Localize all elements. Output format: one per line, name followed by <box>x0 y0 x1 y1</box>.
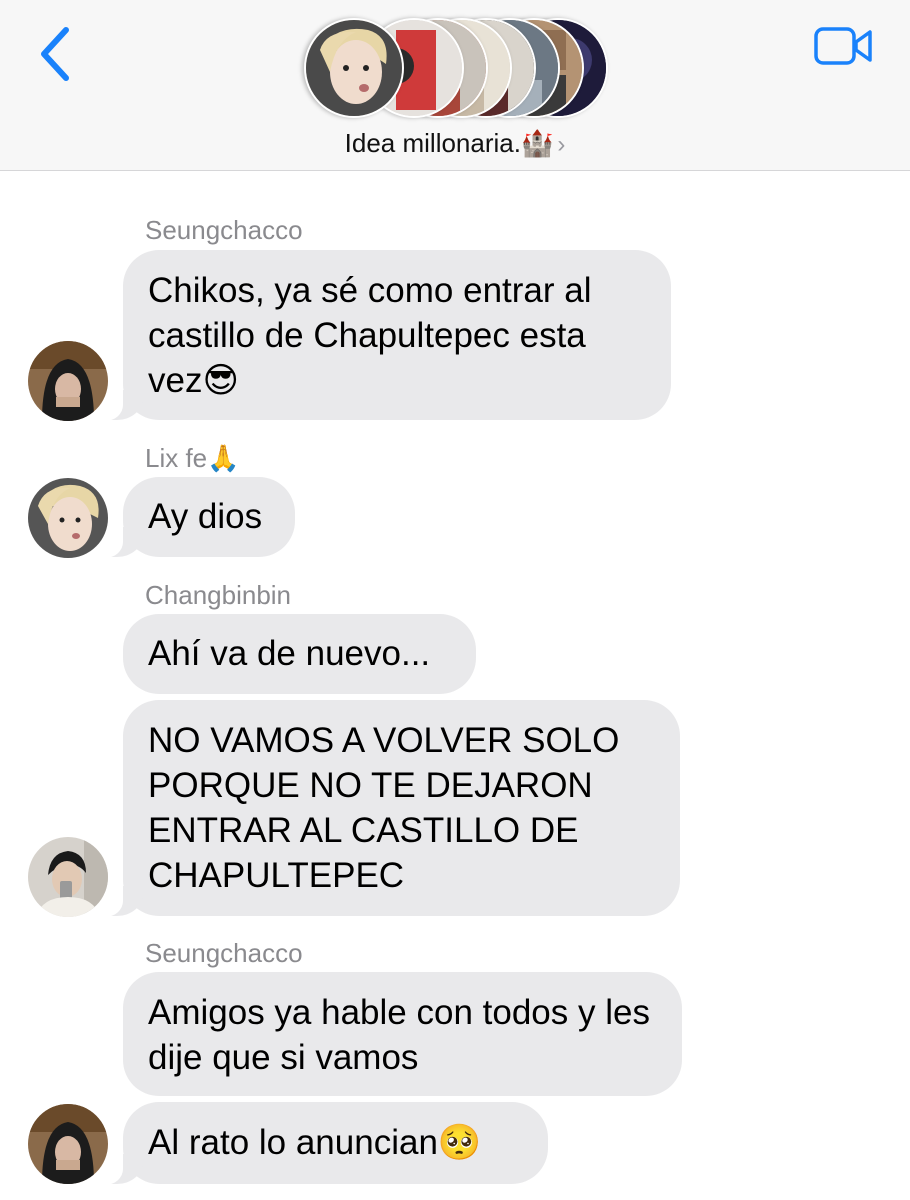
message-bubble[interactable]: Amigos ya hable con todos y les dije que… <box>123 972 682 1096</box>
message-bubble[interactable]: Chikos, ya sé como entrar al castillo de… <box>97 250 671 421</box>
message-text: Ahí va de nuevo... <box>148 634 431 673</box>
group-member-avatar <box>304 18 404 118</box>
message-bubble[interactable]: Al rato lo anuncian🥺 <box>97 1102 548 1185</box>
message-bubble[interactable]: Ay dios <box>97 477 295 558</box>
back-button[interactable] <box>36 26 76 82</box>
group-avatar-stack[interactable] <box>304 18 608 118</box>
sender-name: Seungchacco <box>145 938 303 968</box>
avatar[interactable] <box>28 478 108 558</box>
chevron-left-icon <box>41 27 69 81</box>
avatar[interactable] <box>28 341 108 421</box>
avatar[interactable] <box>28 1104 108 1184</box>
group-title[interactable]: Idea millonaria.🏰 › <box>0 128 910 159</box>
video-call-button[interactable] <box>814 26 874 66</box>
sender-name: Changbinbin <box>145 580 292 610</box>
chevron-right-icon: › <box>557 131 566 158</box>
message-text: Al rato lo anuncian🥺 <box>148 1123 482 1162</box>
message-text: Chikos, ya sé como entrar al castillo de… <box>148 271 592 400</box>
message-text: Amigos ya hable con todos y les dije que… <box>148 993 650 1077</box>
group-name: Idea millonaria.🏰 <box>344 128 554 158</box>
message-text: NO VAMOS A VOLVER SOLO PORQUE NO TE DEJA… <box>148 721 620 895</box>
sender-name: Seungchacco <box>145 215 303 245</box>
sender-name: Lix fe🙏 <box>145 443 240 473</box>
video-camera-icon <box>814 27 872 65</box>
message-bubble[interactable]: Ahí va de nuevo... <box>123 614 476 694</box>
message-bubble[interactable]: NO VAMOS A VOLVER SOLO PORQUE NO TE DEJA… <box>97 700 680 917</box>
message-text: Ay dios <box>148 497 263 536</box>
chat-header: Idea millonaria.🏰 › <box>0 0 910 171</box>
avatar[interactable] <box>28 837 108 917</box>
